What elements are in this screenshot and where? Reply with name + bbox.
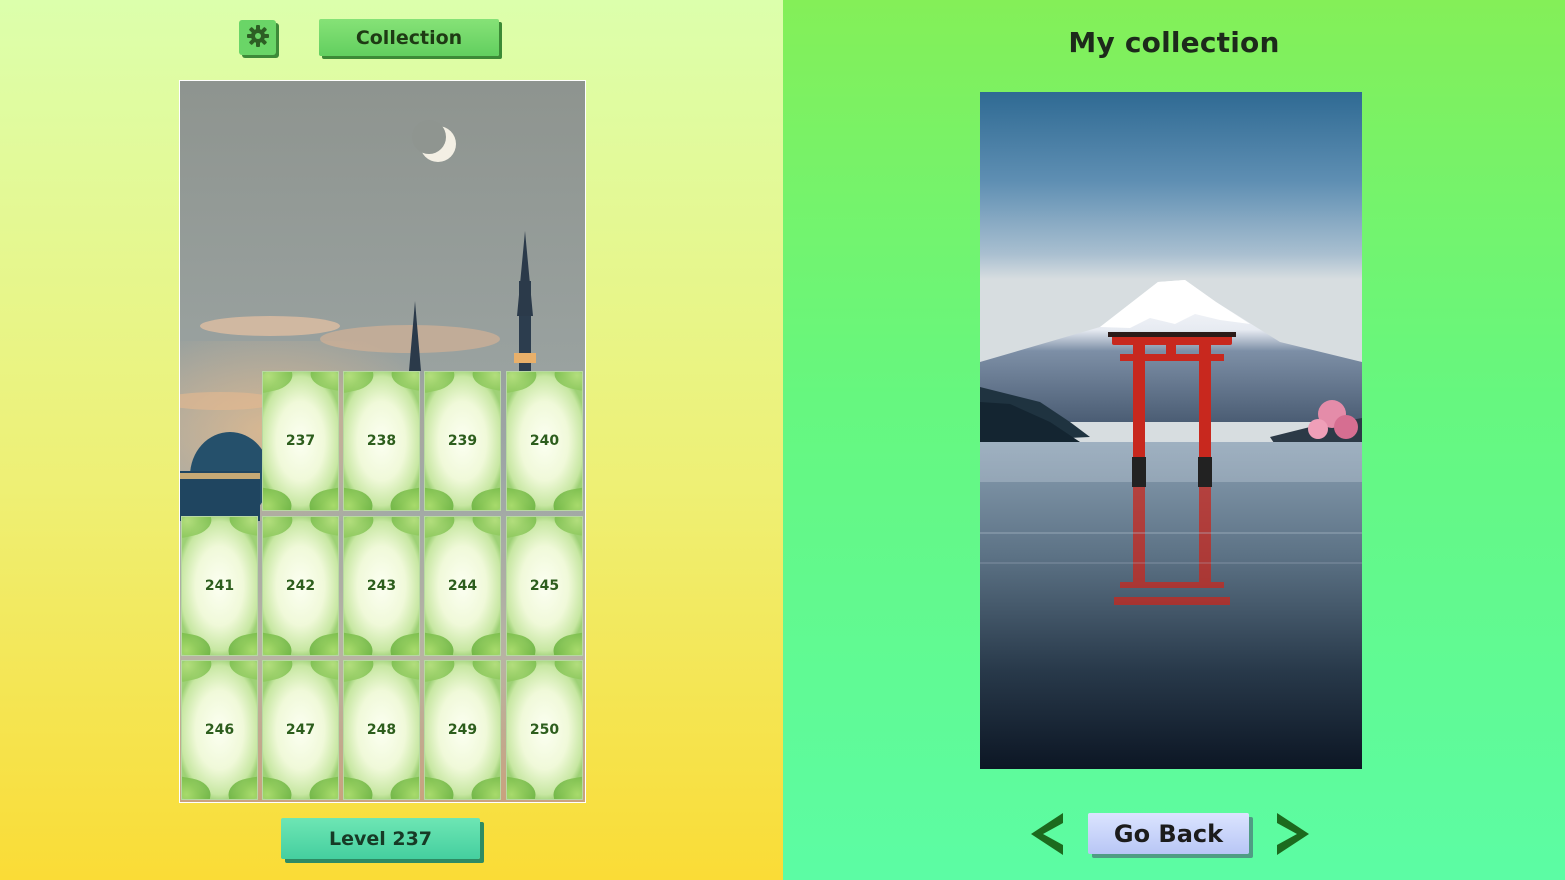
next-button[interactable]: [1273, 811, 1313, 857]
arrow-right-icon: [1277, 813, 1309, 855]
collection-image: [980, 92, 1362, 769]
tile-number: 244: [447, 578, 478, 594]
tile-number: 238: [366, 433, 397, 449]
level-button[interactable]: Level 237: [281, 818, 480, 859]
gear-icon: [246, 24, 270, 52]
previous-button[interactable]: [1027, 811, 1067, 857]
level-tile-245[interactable]: 245: [506, 516, 583, 656]
level-tile-247[interactable]: 247: [262, 660, 339, 800]
go-back-button[interactable]: Go Back: [1088, 813, 1249, 854]
level-tile-248[interactable]: 248: [343, 660, 420, 800]
tile-number: 248: [366, 722, 397, 738]
page-title: My collection: [1068, 26, 1280, 59]
tile-number: 246: [204, 722, 235, 738]
tile-number: 240: [529, 433, 560, 449]
collection-panel: My collection Go Back: [783, 0, 1565, 880]
tile-number: 245: [529, 578, 560, 594]
level-tile-246[interactable]: 246: [181, 660, 258, 800]
game-panel: Collection 237 238 239 240 241 242 243 2…: [0, 0, 783, 880]
tile-number: 247: [285, 722, 316, 738]
level-tile-249[interactable]: 249: [424, 660, 501, 800]
level-tile-244[interactable]: 244: [424, 516, 501, 656]
tile-number: 239: [447, 433, 478, 449]
arrow-left-icon: [1031, 813, 1063, 855]
tile-number: 250: [529, 722, 560, 738]
puzzle-board: 237 238 239 240 241 242 243 244 245 246 …: [180, 81, 585, 802]
collection-button[interactable]: Collection: [319, 19, 499, 56]
level-tile-250[interactable]: 250: [506, 660, 583, 800]
tile-number: 237: [285, 433, 316, 449]
settings-button[interactable]: [239, 20, 276, 55]
level-tile-242[interactable]: 242: [262, 516, 339, 656]
tile-number: 243: [366, 578, 397, 594]
level-tile-243[interactable]: 243: [343, 516, 420, 656]
level-tile-238[interactable]: 238: [343, 371, 420, 511]
level-tile-241[interactable]: 241: [181, 516, 258, 656]
tile-number: 242: [285, 578, 316, 594]
level-tile-240[interactable]: 240: [506, 371, 583, 511]
level-tile-237[interactable]: 237: [262, 371, 339, 511]
level-tile-239[interactable]: 239: [424, 371, 501, 511]
tile-number: 249: [447, 722, 478, 738]
tile-number: 241: [204, 578, 235, 594]
mount-fuji-torii-picture: [980, 92, 1362, 769]
